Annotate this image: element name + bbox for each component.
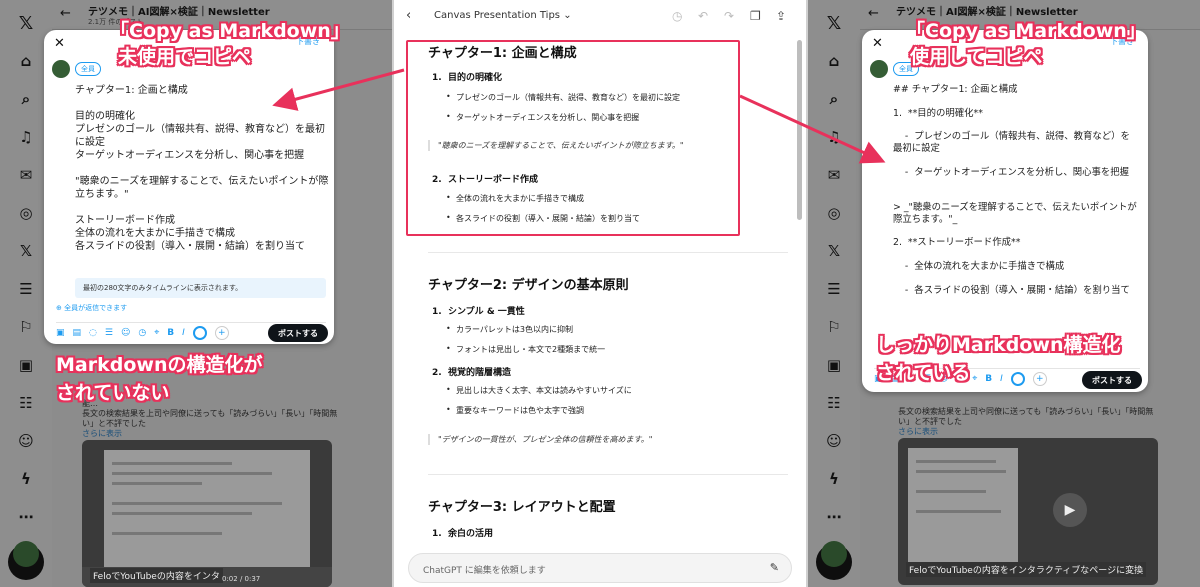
annotation-label: されている — [876, 362, 971, 384]
annotation-label: 未使用でコピペ — [118, 46, 252, 68]
annotation-label: しっかりMarkdown構造化 — [876, 334, 1121, 356]
annotation-label: 使用してコピペ — [910, 46, 1043, 68]
left-arrow — [272, 68, 405, 111]
annotation-label: されていない — [56, 382, 170, 404]
annotation-label: 「Copy as Markdown」 — [110, 20, 350, 42]
annotation-label: 「Copy as Markdown」 — [906, 20, 1146, 42]
annotation-arrows — [272, 68, 886, 164]
composite-screenshot: 𝕏 ⌂ ⌕ ♫ ✉ ◎ 𝕏 ☰ ⚐ ▣ ☷ ☺ ϟ ⋯ ✎ ← テツメモ｜AI図… — [0, 0, 1200, 587]
annotation-label: Markdownの構造化が — [56, 354, 263, 376]
right-arrow — [739, 94, 886, 164]
